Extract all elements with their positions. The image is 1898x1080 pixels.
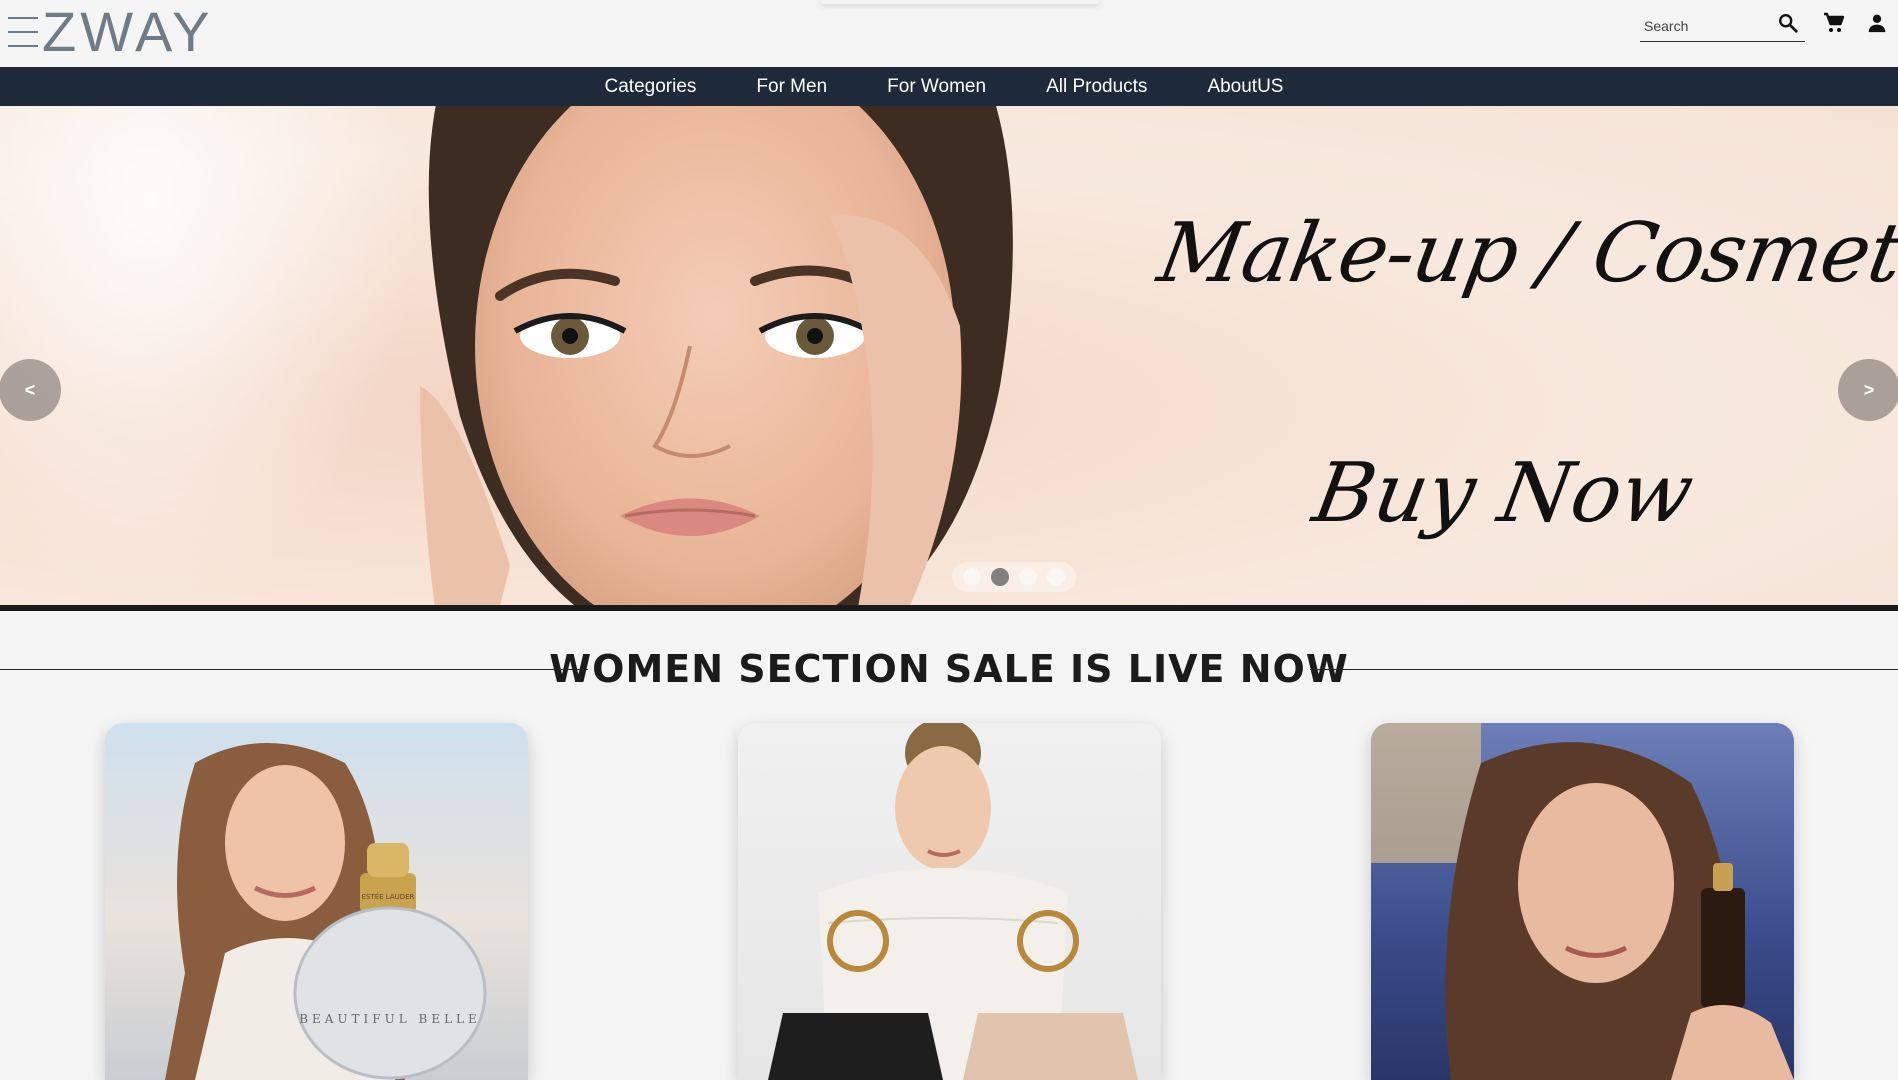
nav-item-for-women[interactable]: For Women: [887, 76, 986, 98]
cart-button[interactable]: [1820, 10, 1848, 36]
hero-light-decoration: [0, 106, 420, 606]
perfume-model-image: BEAUTIFUL BELLE ESTÉE LAUDER: [165, 743, 487, 1080]
ezway-logo[interactable]: ZWAY: [8, 4, 214, 60]
nav-links: Categories For Men For Women All Product…: [605, 76, 1284, 98]
site-header: ZWAY: [0, 0, 1898, 67]
carousel-dot-1[interactable]: [963, 568, 981, 586]
search-input[interactable]: [1640, 17, 1770, 34]
heading-divider-left: [0, 669, 588, 670]
section-title: WOMEN SECTION SALE IS LIVE NOW: [539, 647, 1359, 691]
carousel-prev-button[interactable]: <: [0, 359, 61, 421]
nav-item-categories[interactable]: Categories: [605, 76, 697, 98]
main-nav: Categories For Men For Women All Product…: [0, 67, 1898, 106]
perfume-cap-label: ESTÉE LAUDER: [362, 892, 415, 901]
carousel-dot-2[interactable]: [991, 568, 1009, 586]
hero-carousel: Make-up / Cosmetics Buy Now < >: [0, 106, 1898, 606]
heading-divider-right: [1310, 669, 1898, 670]
carousel-dot-3[interactable]: [1019, 568, 1037, 586]
carousel-next-button[interactable]: >: [1838, 359, 1898, 421]
cart-icon: [1824, 12, 1845, 32]
logo-text: ZWAY: [42, 0, 214, 63]
serum-model-image: [1371, 723, 1794, 1080]
logo-e-mark: [8, 11, 38, 53]
top-shadow-decoration: [820, 0, 1100, 4]
carousel-dot-4[interactable]: [1047, 568, 1065, 586]
hero-title: Make-up / Cosmetics: [1151, 206, 1898, 301]
account-button[interactable]: [1864, 10, 1890, 36]
hero-buy-now[interactable]: Buy Now: [1307, 446, 1701, 541]
user-icon: [1868, 14, 1886, 33]
carousel-indicators: [952, 562, 1076, 592]
handbags-card[interactable]: [738, 723, 1161, 1080]
nav-item-all-products[interactable]: All Products: [1046, 76, 1147, 98]
search-icon: [1779, 14, 1798, 33]
perfume-card[interactable]: BEAUTIFUL BELLE ESTÉE LAUDER: [105, 723, 528, 1080]
serum-card[interactable]: [1371, 723, 1794, 1080]
nav-item-about-us[interactable]: AboutUS: [1207, 76, 1283, 98]
perfume-bottle-label: BEAUTIFUL BELLE: [299, 1012, 481, 1026]
handbags-model-image: [768, 723, 1138, 1080]
model-face-image: [420, 106, 1013, 606]
search-button[interactable]: [1775, 10, 1801, 36]
hero-bottom-border: [0, 605, 1898, 611]
nav-item-for-men[interactable]: For Men: [756, 76, 827, 98]
section-heading: WOMEN SECTION SALE IS LIVE NOW: [0, 640, 1898, 698]
